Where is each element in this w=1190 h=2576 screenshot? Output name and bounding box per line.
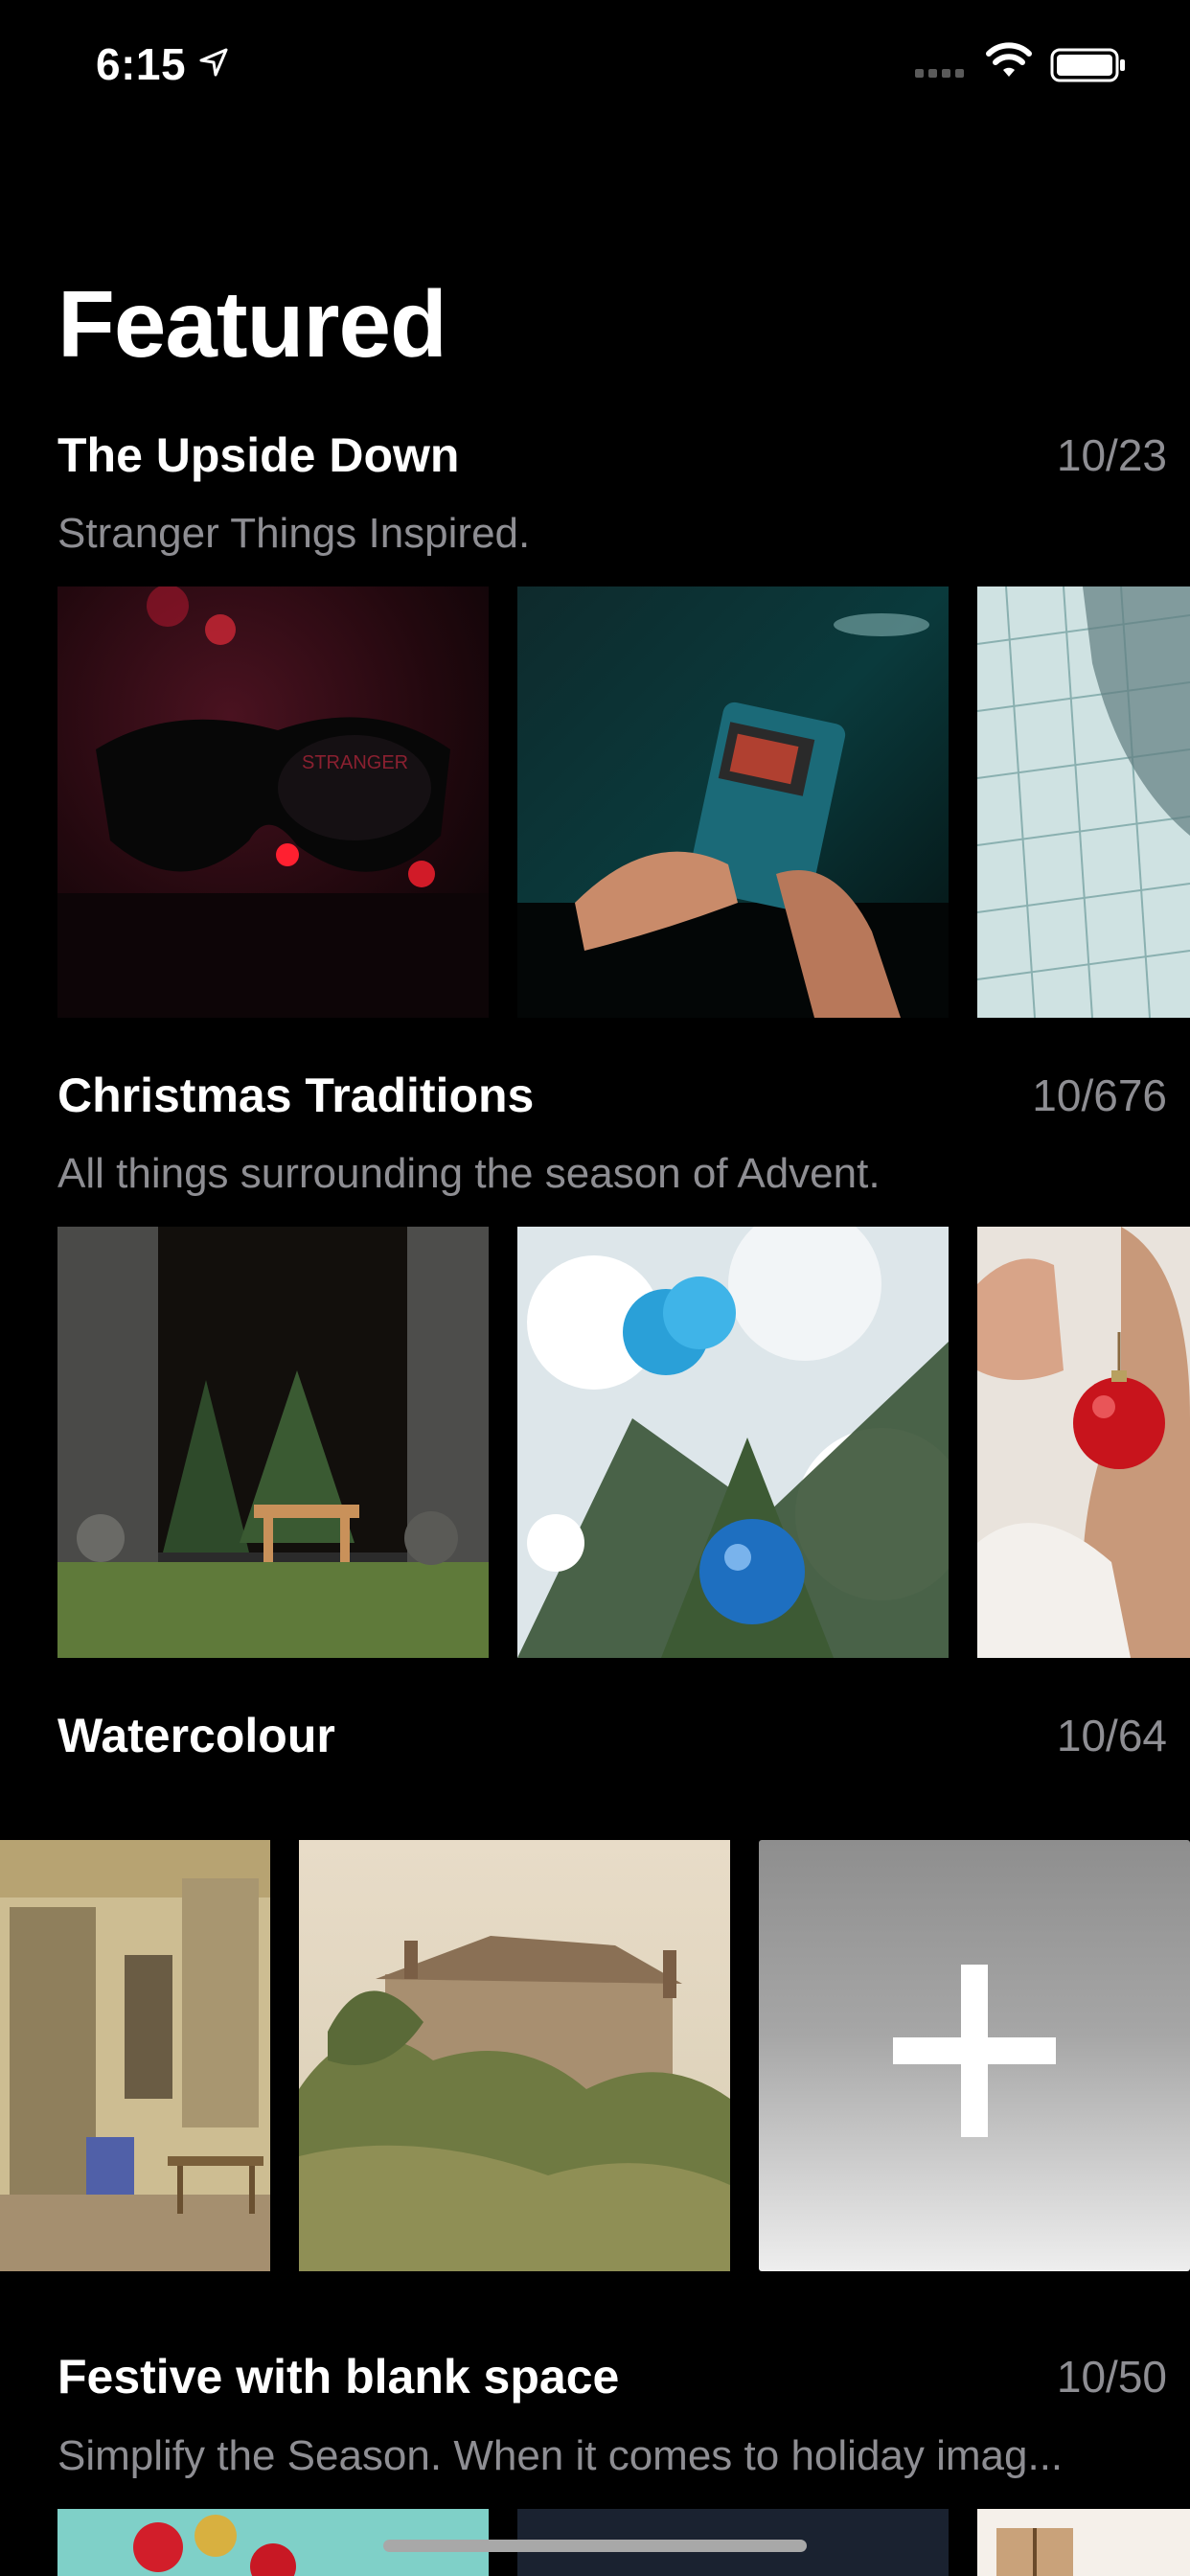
- photo-building[interactable]: [977, 586, 1190, 1018]
- photo-gameboy[interactable]: [517, 586, 949, 1018]
- photo-sunglasses[interactable]: STRANGER: [57, 586, 489, 1018]
- add-to-collection-button[interactable]: [759, 1840, 1190, 2271]
- section-title[interactable]: Festive with blank space: [57, 2349, 619, 2404]
- location-arrow-icon: [199, 48, 228, 77]
- battery-icon: [1050, 48, 1125, 82]
- section-count: 10/64: [1056, 1711, 1167, 1760]
- section-subtitle: All things surrounding the season of Adv…: [57, 1150, 881, 1197]
- photo-barn-trees[interactable]: [57, 1227, 489, 1658]
- section-count: 10/50: [1056, 2352, 1167, 2402]
- photo-watercolour-house[interactable]: [299, 1840, 730, 2271]
- section-count: 10/23: [1056, 430, 1167, 480]
- section-title[interactable]: Christmas Traditions: [57, 1068, 534, 1123]
- section-count: 10/676: [1032, 1070, 1167, 1120]
- photo-snowy-ornament[interactable]: [517, 1227, 949, 1658]
- photo-red-bauble[interactable]: [977, 1227, 1190, 1658]
- page-title: Featured: [57, 271, 447, 377]
- photo-festive-gift[interactable]: [977, 2509, 1190, 2576]
- section-subtitle: Stranger Things Inspired.: [57, 510, 531, 557]
- wifi-icon: [986, 42, 1032, 77]
- section-subtitle: Simplify the Season. When it comes to ho…: [57, 2432, 1064, 2479]
- photo-watercolour-interior[interactable]: [0, 1840, 270, 2271]
- cellular-signal-icon: [915, 69, 964, 78]
- section-title[interactable]: Watercolour: [57, 1708, 335, 1763]
- svg-text:STRANGER: STRANGER: [302, 752, 408, 773]
- home-indicator[interactable]: [383, 2540, 807, 2552]
- status-time: 6:15: [96, 39, 187, 89]
- section-title[interactable]: The Upside Down: [57, 427, 459, 483]
